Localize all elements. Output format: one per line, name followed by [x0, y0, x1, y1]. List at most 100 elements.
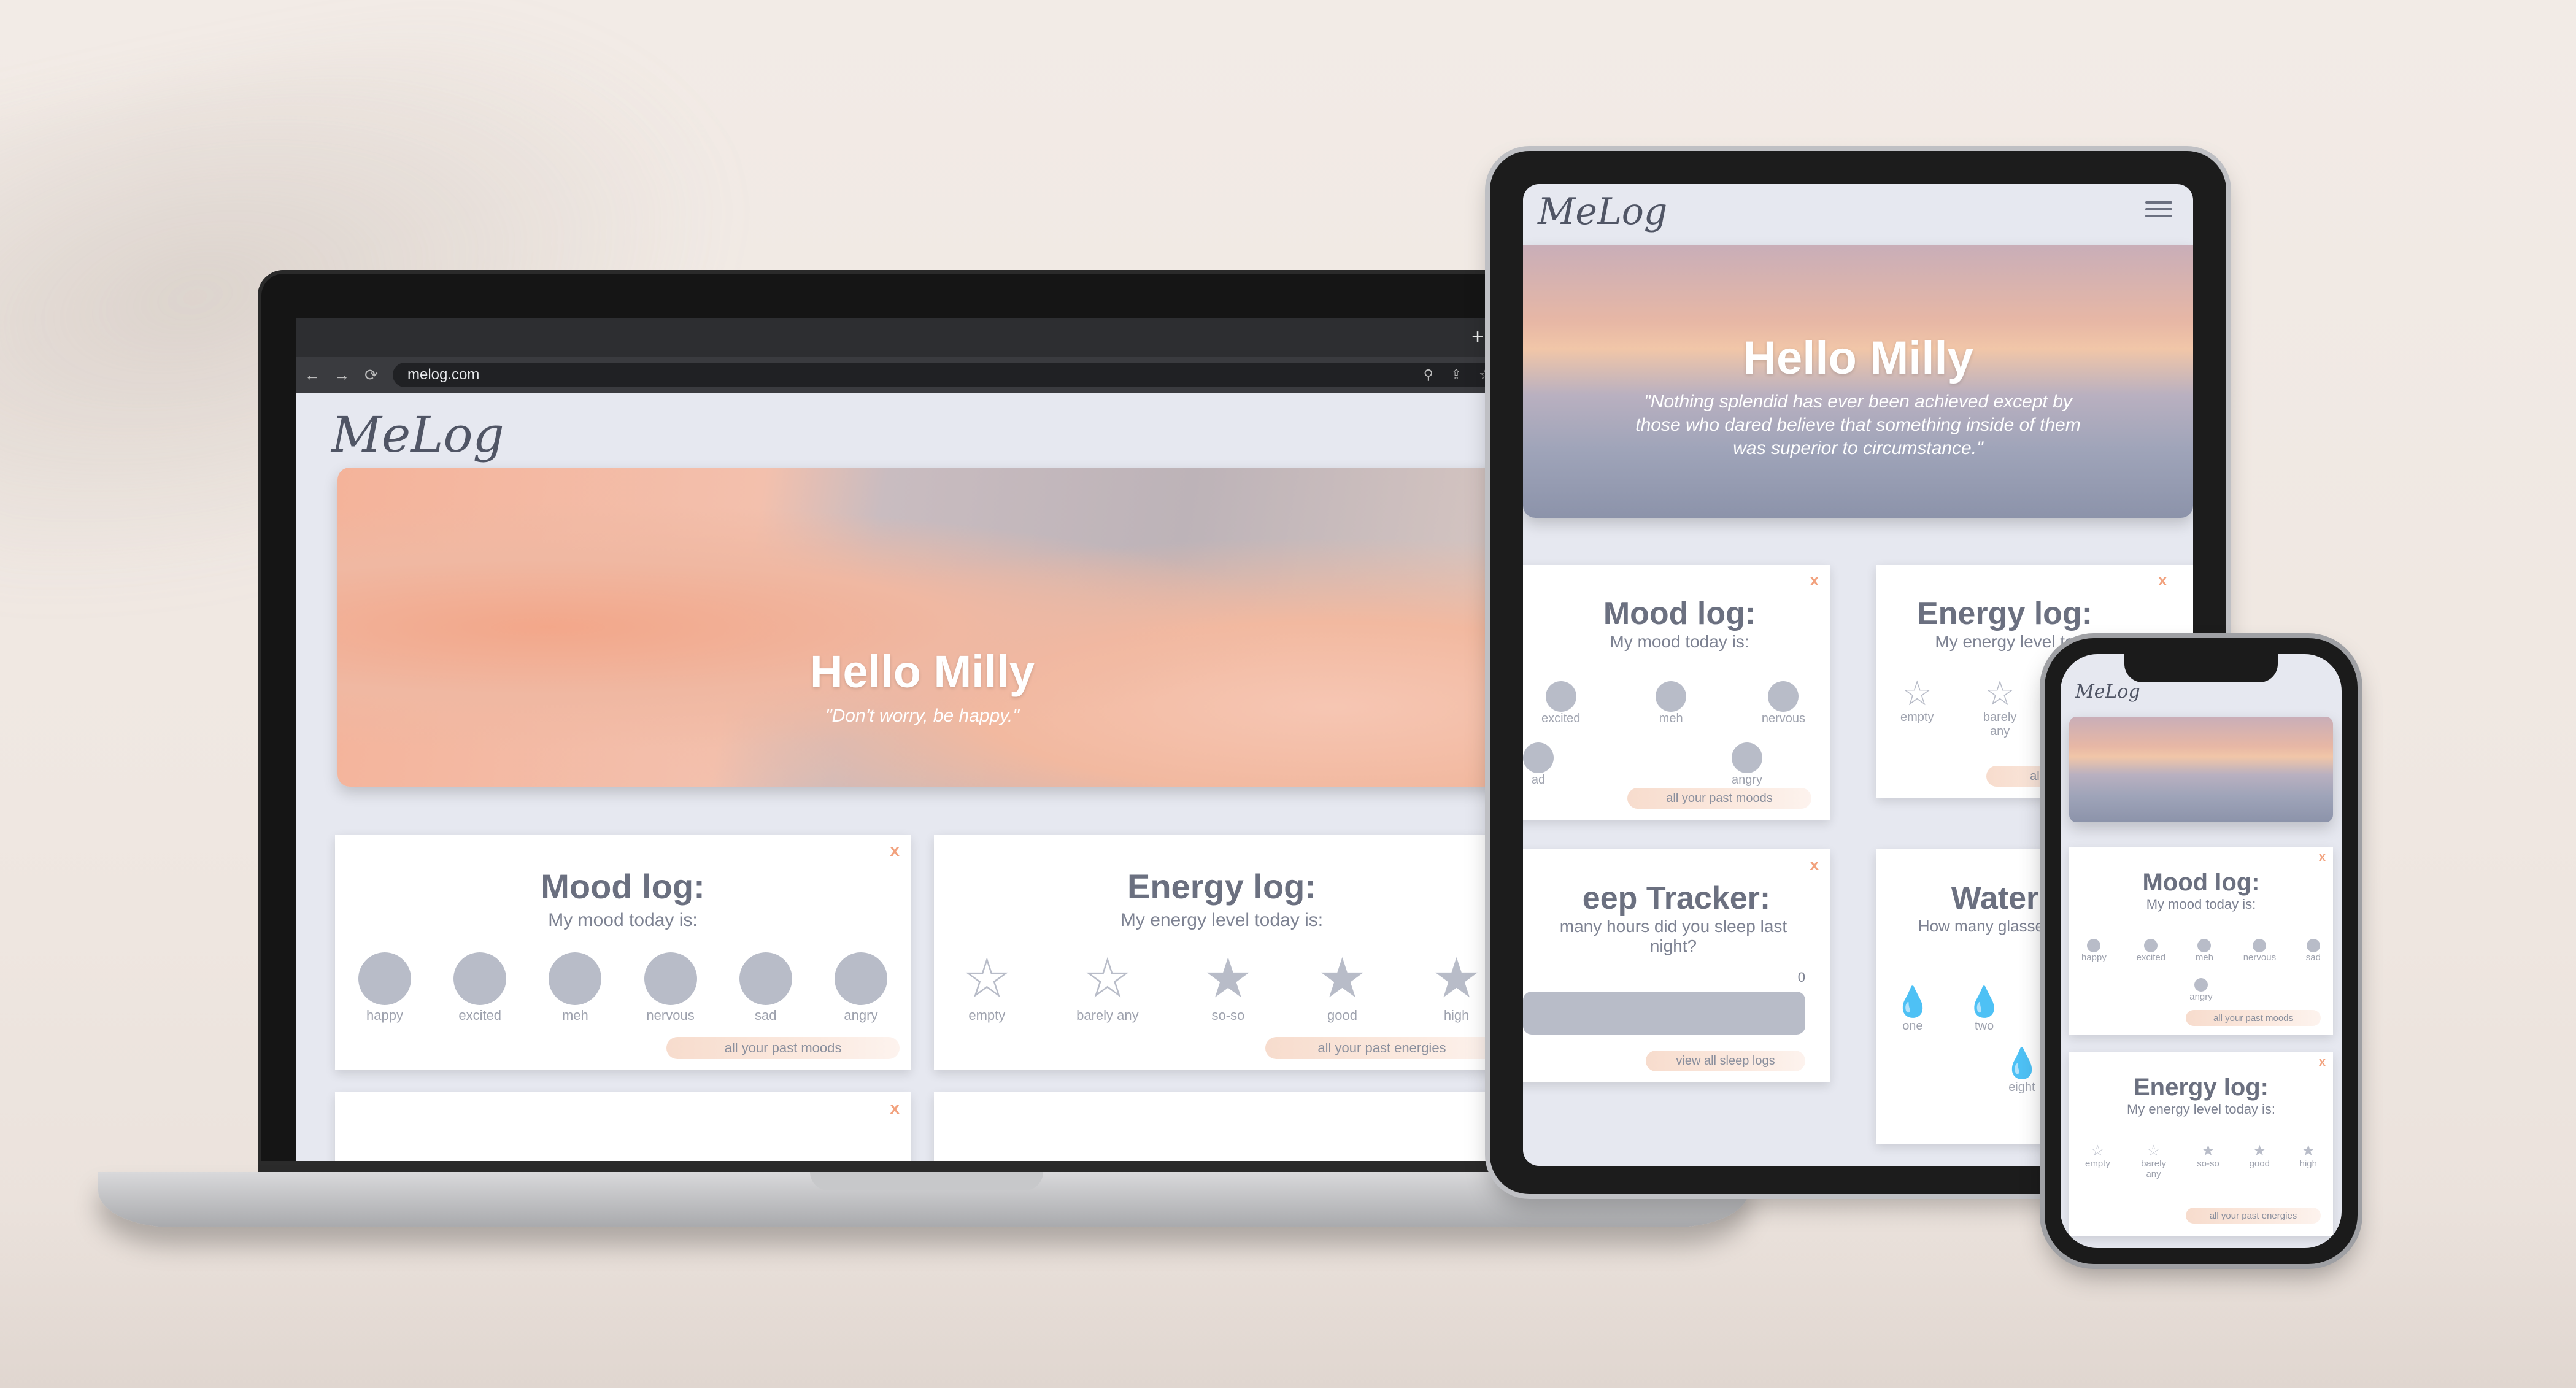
nervous-face-icon: [644, 952, 697, 1005]
melog-logo[interactable]: MeLog: [2075, 681, 2140, 703]
energy-option-so-so[interactable]: ★so-so: [2197, 1144, 2219, 1179]
energy-options: ☆ empty ☆ barely any ★ so-so ★ good ★ high: [2085, 1144, 2317, 1180]
filled-star-icon: ★: [1432, 948, 1481, 1009]
laptop-trackpad-notch: [810, 1172, 1043, 1190]
mood-label: excited: [458, 1008, 502, 1023]
melog-logo[interactable]: MeLog: [1538, 190, 1667, 233]
energy-option-good[interactable]: ★ good: [2250, 1144, 2270, 1179]
mood-option-excited[interactable]: excited: [2137, 939, 2165, 963]
next-card: x: [934, 1092, 1510, 1172]
mood-option-sad[interactable]: sad: [739, 952, 792, 1024]
energy-option-barely-any[interactable]: ☆ barely any: [2140, 1144, 2167, 1180]
sleep-hours-value: 0: [1797, 970, 1805, 985]
water-drop-icon: 💧: [2003, 1047, 2040, 1080]
energy-options: ☆ empty ☆ barely any ★ so-so ★ good ★ high: [962, 951, 1481, 1024]
laptop-screen: + ⌄ ← → ⟳ melog.com ⚲ ⇪ ☆ MeLog: [296, 318, 1576, 1172]
close-card-button[interactable]: x: [890, 1098, 900, 1118]
mood-log-card: x Mood log: My mood today is: happy exci…: [2069, 847, 2333, 1035]
past-energies-link[interactable]: all your past energies: [1265, 1037, 1498, 1059]
energy-option-good[interactable]: ★ good: [1317, 951, 1367, 1024]
hero-quote: "Don't worry, be happy.": [825, 706, 1020, 726]
address-bar[interactable]: melog.com ⚲ ⇪ ☆: [393, 363, 1506, 387]
mood-option-angry[interactable]: angry: [834, 952, 887, 1024]
energy-option-barely-any[interactable]: ☆ barely any: [1975, 676, 2024, 739]
new-tab-button[interactable]: +: [1471, 325, 1484, 349]
close-card-button[interactable]: x: [1810, 571, 1819, 590]
energy-label: so-so: [1211, 1008, 1245, 1023]
mood-option-nervous[interactable]: nervous: [1762, 681, 1805, 726]
water-label: eight: [2008, 1081, 2035, 1094]
energy-option-empty[interactable]: ☆ empty: [962, 951, 1012, 1024]
past-energies-link[interactable]: all your past energies: [2186, 1208, 2321, 1224]
close-card-button[interactable]: x: [1810, 855, 1819, 874]
back-arrow-icon[interactable]: ←: [304, 366, 320, 385]
sleep-tracker-title: eep Tracker:: [1582, 881, 1771, 916]
hero-banner: [2069, 717, 2333, 822]
energy-option-empty[interactable]: ☆ empty: [2085, 1144, 2110, 1179]
mood-option-sad[interactable]: sad: [2306, 939, 2321, 963]
mood-option-sad[interactable]: ad: [1523, 742, 1554, 787]
mostly-filled-star-icon: ★: [1317, 948, 1367, 1009]
mood-log-subtitle: My mood today is:: [548, 910, 698, 930]
energy-label: empty: [968, 1008, 1006, 1023]
energy-option-empty[interactable]: ☆ empty: [1900, 676, 1934, 739]
close-card-button[interactable]: x: [2319, 1055, 2326, 1070]
excited-face-icon: [2144, 939, 2158, 952]
next-card: x: [335, 1092, 911, 1172]
mood-option-meh[interactable]: meh: [2196, 939, 2213, 963]
mood-option-nervous[interactable]: nervous: [644, 952, 697, 1024]
mood-log-title: Mood log:: [541, 867, 705, 906]
energy-option-high[interactable]: ★ high: [1432, 951, 1481, 1024]
reload-icon[interactable]: ⟳: [363, 366, 379, 385]
mood-option-excited[interactable]: excited: [1541, 681, 1580, 726]
energy-label: high: [2299, 1159, 2317, 1169]
forward-arrow-icon[interactable]: →: [334, 366, 350, 385]
water-option-one[interactable]: 💧 one: [1894, 984, 1931, 1033]
energy-option-barely-any[interactable]: ☆ barely any: [1076, 951, 1139, 1024]
mood-label: happy: [366, 1008, 403, 1023]
empty-star-icon: ☆: [1902, 674, 1933, 712]
water-option-eight[interactable]: 💧 eight: [2003, 1046, 2040, 1095]
mood-log-subtitle: My mood today is:: [1610, 632, 1749, 651]
energy-option-high[interactable]: ★ high: [2300, 1144, 2317, 1179]
mood-option-meh[interactable]: meh: [1656, 681, 1687, 726]
energy-label: good: [1327, 1008, 1357, 1023]
energy-label: barely any: [1076, 1008, 1139, 1023]
mood-log-subtitle: My mood today is:: [2146, 896, 2256, 912]
mood-option-happy[interactable]: happy: [2081, 939, 2107, 963]
past-moods-link[interactable]: all your past moods: [666, 1037, 900, 1059]
close-card-button[interactable]: x: [890, 841, 900, 860]
zoom-icon[interactable]: ⚲: [1424, 367, 1433, 383]
hero-banner: Hello Milly "Nothing splendid has ever b…: [1523, 245, 2193, 518]
past-moods-link[interactable]: all your past moods: [2186, 1010, 2321, 1026]
mood-log-title: Mood log:: [1603, 596, 1756, 631]
sleep-hours-slider[interactable]: [1523, 992, 1805, 1035]
sleep-logs-link[interactable]: view all sleep logs: [1646, 1051, 1805, 1071]
mood-option-angry[interactable]: angry: [1732, 742, 1762, 787]
water-option-two[interactable]: 💧 two: [1966, 984, 2003, 1033]
hero-quote: "Nothing splendid has ever been achieved…: [1635, 391, 2081, 458]
mood-option-nervous[interactable]: nervous: [2243, 939, 2276, 963]
mood-option-angry[interactable]: angry: [2069, 978, 2333, 1002]
sleep-tracker-subtitle: many hours did you sleep last night?: [1559, 917, 1787, 955]
close-card-button[interactable]: x: [2158, 571, 2167, 590]
mood-label: angry: [2189, 992, 2213, 1002]
mood-label: angry: [1731, 773, 1762, 787]
angry-face-icon: [834, 952, 887, 1005]
hamburger-menu-icon[interactable]: [2145, 201, 2172, 217]
energy-option-so-so[interactable]: ★so-so: [1203, 951, 1253, 1024]
meh-face-icon: [549, 952, 602, 1005]
past-moods-link[interactable]: all your past moods: [1627, 788, 1811, 809]
mood-option-excited[interactable]: excited: [453, 952, 507, 1024]
mood-option-happy[interactable]: happy: [358, 952, 411, 1024]
mood-options: happy excited meh nervous sad angry: [358, 952, 887, 1024]
nervous-face-icon: [2253, 939, 2267, 952]
excited-face-icon: [453, 952, 507, 1005]
melog-logo[interactable]: MeLog: [331, 406, 504, 463]
sad-face-icon: [2306, 939, 2320, 952]
hero-banner: Hello Milly "Don't worry, be happy.": [337, 468, 1507, 787]
mood-option-meh[interactable]: meh: [549, 952, 602, 1024]
angry-face-icon: [1731, 742, 1762, 773]
share-icon[interactable]: ⇪: [1451, 367, 1462, 383]
close-card-button[interactable]: x: [2319, 850, 2326, 865]
